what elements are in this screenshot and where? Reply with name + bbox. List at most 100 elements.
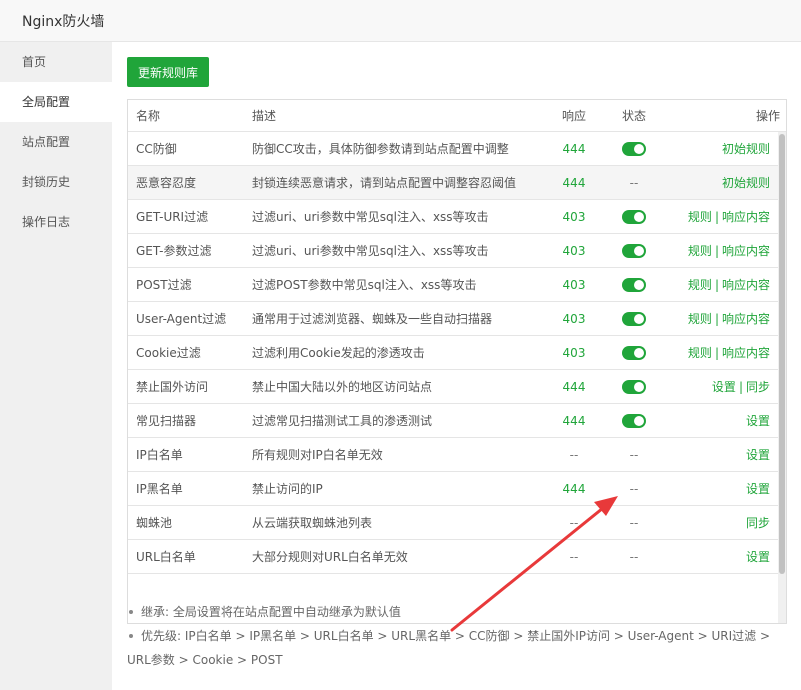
ops-link[interactable]: 规则 xyxy=(688,208,712,225)
ops-link[interactable]: 设置 xyxy=(746,480,770,497)
table-row: GET-URI过滤 过滤uri、uri参数中常见sql注入、xss等攻击 403 规则… xyxy=(128,200,786,234)
status-toggle[interactable] xyxy=(622,345,646,360)
window-title: Nginx防火墙 xyxy=(22,14,105,30)
table-row: User-Agent过滤 通常用于过滤浏览器、蜘蛛及一些自动扫描器 403 规则 | 响应… xyxy=(128,302,786,336)
rule-status: -- xyxy=(629,175,639,190)
ops-link[interactable]: 设置 xyxy=(746,412,770,429)
rule-status[interactable] xyxy=(614,268,654,301)
rule-status: -- xyxy=(629,515,639,530)
ops-link[interactable]: 规则 xyxy=(688,276,712,293)
ops-separator: | xyxy=(714,345,719,360)
rule-response: -- xyxy=(569,549,579,564)
table-row: URL白名单 大部分规则对URL白名单无效 -- -- 设置 xyxy=(128,540,786,574)
status-toggle[interactable] xyxy=(622,311,646,326)
rule-name: 禁止国外访问 xyxy=(136,380,209,394)
table-row: IP黑名单 禁止访问的IP 444 -- 设置 xyxy=(128,472,786,506)
rule-status[interactable] xyxy=(614,302,654,335)
rule-response: -- xyxy=(569,515,579,530)
rule-name: 恶意容忍度 xyxy=(136,176,197,190)
rule-ops: 设置 xyxy=(746,438,770,471)
table-header: 名称 描述 响应 状态 操作 xyxy=(128,100,786,132)
rule-response: 444 xyxy=(562,141,586,156)
rule-name: 蜘蛛池 xyxy=(136,516,173,530)
ops-separator: | xyxy=(714,209,719,224)
rule-ops: 规则 | 响应内容 xyxy=(688,336,770,369)
header-desc: 描述 xyxy=(252,109,277,123)
status-toggle[interactable] xyxy=(622,243,646,258)
table-row: 禁止国外访问 禁止中国大陆以外的地区访问站点 444 设置 | 同步 xyxy=(128,370,786,404)
rule-response: 403 xyxy=(562,243,586,258)
ops-link[interactable]: 初始规则 xyxy=(722,140,770,157)
bullet-icon xyxy=(129,633,133,638)
ops-link[interactable]: 设置 xyxy=(746,446,770,463)
ops-link[interactable]: 同步 xyxy=(746,378,770,395)
sidebar-item-global-config[interactable]: 全局配置 xyxy=(0,82,112,122)
rule-desc: 禁止访问的IP xyxy=(252,482,323,496)
rule-ops: 设置 xyxy=(746,404,770,437)
status-toggle[interactable] xyxy=(622,141,646,156)
rule-response: 403 xyxy=(562,345,586,360)
rule-status[interactable] xyxy=(614,132,654,165)
ops-link[interactable]: 响应内容 xyxy=(722,242,770,259)
rule-response: 444 xyxy=(562,175,586,190)
table-row: Cookie过滤 过滤利用Cookie发起的渗透攻击 403 规则 | 响应内容 xyxy=(128,336,786,370)
rule-status[interactable] xyxy=(614,200,654,233)
update-rules-button[interactable]: 更新规则库 xyxy=(127,57,209,87)
rule-ops: 规则 | 响应内容 xyxy=(688,234,770,267)
table-row: 恶意容忍度 封锁连续恶意请求，请到站点配置中调整容忍阈值 444 -- 初始规则 xyxy=(128,166,786,200)
status-toggle[interactable] xyxy=(622,209,646,224)
rule-status[interactable] xyxy=(614,404,654,437)
note-priority: 优先级: IP白名单 > IP黑名单 > URL白名单 > URL黑名单 > C… xyxy=(127,624,787,672)
note-inherit-text: 继承: 全局设置将在站点配置中自动继承为默认值 xyxy=(141,605,401,619)
window-titlebar: Nginx防火墙 xyxy=(0,0,801,42)
rule-ops: 初始规则 xyxy=(722,166,770,199)
ops-separator: | xyxy=(714,311,719,326)
rule-name: IP白名单 xyxy=(136,448,183,462)
main-panel: 更新规则库 名称 描述 响应 状态 操作 CC防御 防御CC攻击，具体防御参数请到… xyxy=(112,42,801,690)
sidebar-item-site-config[interactable]: 站点配置 xyxy=(0,122,112,162)
status-toggle[interactable] xyxy=(622,277,646,292)
rule-status: -- xyxy=(629,549,639,564)
rule-ops: 规则 | 响应内容 xyxy=(688,200,770,233)
ops-link[interactable]: 初始规则 xyxy=(722,174,770,191)
table-scrollbar[interactable] xyxy=(778,132,786,623)
rule-name: User-Agent过滤 xyxy=(136,312,227,326)
ops-link[interactable]: 规则 xyxy=(688,242,712,259)
rule-status[interactable] xyxy=(614,336,654,369)
status-toggle[interactable] xyxy=(622,379,646,394)
rule-name: GET-参数过滤 xyxy=(136,244,212,258)
sidebar-item-home[interactable]: 首页 xyxy=(0,42,112,82)
ops-link[interactable]: 响应内容 xyxy=(722,276,770,293)
sidebar-item-operation-log[interactable]: 操作日志 xyxy=(0,202,112,242)
ops-link[interactable]: 规则 xyxy=(688,310,712,327)
ops-link[interactable]: 同步 xyxy=(746,514,770,531)
sidebar-item-block-history[interactable]: 封锁历史 xyxy=(0,162,112,202)
ops-separator: | xyxy=(714,277,719,292)
table-row: POST过滤 过滤POST参数中常见sql注入、xss等攻击 403 规则 | 响应内容 xyxy=(128,268,786,302)
rule-desc: 过滤uri、uri参数中常见sql注入、xss等攻击 xyxy=(252,210,489,224)
ops-link[interactable]: 规则 xyxy=(688,344,712,361)
rule-name: URL白名单 xyxy=(136,550,196,564)
scrollbar-thumb[interactable] xyxy=(779,134,785,574)
rule-status[interactable] xyxy=(614,234,654,267)
rule-name: Cookie过滤 xyxy=(136,346,201,360)
rule-desc: 防御CC攻击，具体防御参数请到站点配置中调整 xyxy=(252,142,509,156)
table-row: IP白名单 所有规则对IP白名单无效 -- -- 设置 xyxy=(128,438,786,472)
rule-ops: 设置 xyxy=(746,540,770,573)
status-toggle[interactable] xyxy=(622,413,646,428)
rule-name: IP黑名单 xyxy=(136,482,183,496)
ops-link[interactable]: 响应内容 xyxy=(722,310,770,327)
ops-link[interactable]: 响应内容 xyxy=(722,208,770,225)
ops-link[interactable]: 设置 xyxy=(712,378,736,395)
sidebar: 首页 全局配置 站点配置 封锁历史 操作日志 xyxy=(0,42,112,690)
rule-ops: 同步 xyxy=(746,506,770,539)
rule-status[interactable] xyxy=(614,370,654,403)
rule-response: -- xyxy=(569,447,579,462)
rule-response: 403 xyxy=(562,277,586,292)
rule-desc: 封锁连续恶意请求，请到站点配置中调整容忍阈值 xyxy=(252,176,517,190)
ops-link[interactable]: 响应内容 xyxy=(722,344,770,361)
header-name: 名称 xyxy=(136,109,161,123)
rule-status: -- xyxy=(629,481,639,496)
ops-link[interactable]: 设置 xyxy=(746,548,770,565)
note-priority-text: 优先级: IP白名单 > IP黑名单 > URL白名单 > URL黑名单 > C… xyxy=(127,629,771,667)
